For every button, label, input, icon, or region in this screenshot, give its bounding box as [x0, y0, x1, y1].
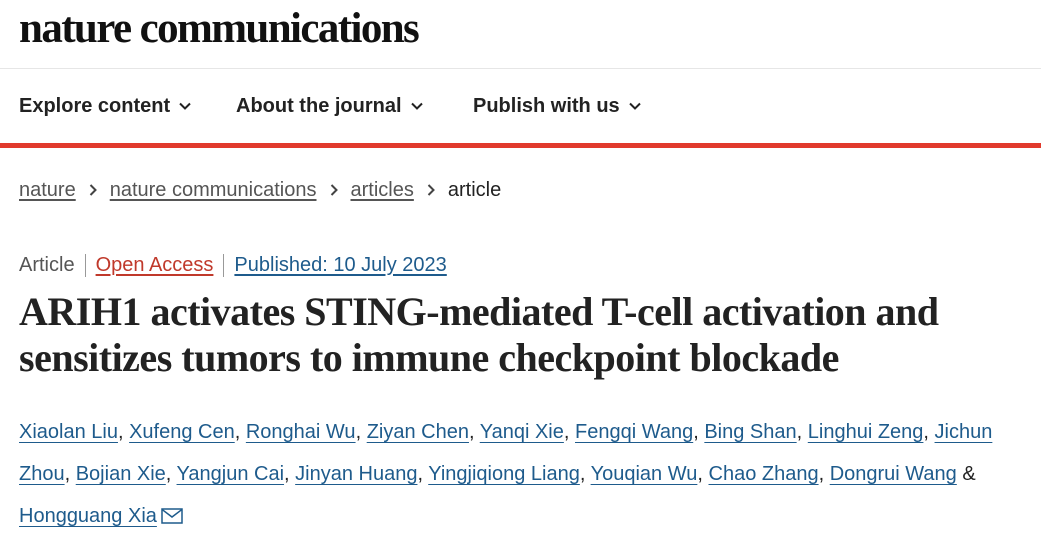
nav-item-label: Publish with us — [473, 94, 620, 117]
breadcrumb: nature nature communications articles ar… — [19, 177, 501, 203]
author-link[interactable]: Xufeng Cen — [129, 421, 235, 443]
author-link[interactable]: Bojian Xie — [76, 463, 166, 485]
author-link[interactable]: Ronghai Wu — [246, 421, 356, 443]
author-separator: , — [697, 463, 709, 485]
nav-publish-with-us[interactable]: Publish with us — [473, 69, 641, 143]
chevron-right-icon — [330, 184, 338, 196]
author-separator: , — [417, 463, 429, 485]
author-link[interactable]: Dongrui Wang — [830, 463, 957, 485]
author-link[interactable]: Jinyan Huang — [295, 463, 417, 485]
masthead: nature communications — [0, 0, 1041, 69]
author-separator: , — [818, 463, 830, 485]
article-meta: Article Open Access Published: 10 July 2… — [19, 251, 447, 279]
chevron-down-icon — [410, 102, 423, 110]
author-separator: , — [923, 421, 935, 443]
author-separator: , — [165, 463, 177, 485]
author-separator: , — [117, 421, 130, 443]
author-link[interactable]: Yanqi Xie — [480, 421, 564, 443]
author-link[interactable]: Linghui Zeng — [808, 421, 924, 443]
breadcrumb-nature[interactable]: nature — [19, 179, 76, 202]
author-separator: , — [468, 421, 480, 443]
author-separator: , — [563, 421, 575, 443]
nav-item-label: Explore content — [19, 94, 171, 117]
author-separator-last: & — [956, 463, 976, 485]
author-separator: , — [284, 463, 296, 485]
open-access-link[interactable]: Open Access — [86, 253, 225, 277]
author-separator: , — [796, 421, 808, 443]
chevron-down-icon — [179, 102, 191, 110]
article-title: ARIH1 activates STING-mediated T-cell ac… — [19, 289, 939, 380]
author-link[interactable]: Xiaolan Liu — [19, 421, 118, 443]
nav-item-label: About the journal — [236, 94, 402, 117]
author-link[interactable]: Bing Shan — [704, 421, 796, 443]
author-link[interactable]: Chao Zhang — [709, 463, 819, 485]
author-separator: , — [64, 463, 76, 485]
chevron-right-icon — [427, 184, 435, 196]
author-link[interactable]: Yangjun Cai — [177, 463, 284, 485]
author-separator: , — [355, 421, 367, 443]
site-logo[interactable]: nature communications — [19, 4, 420, 54]
author-link[interactable]: Youqian Wu — [591, 463, 698, 485]
published-date-link[interactable]: Published: 10 July 2023 — [224, 254, 446, 277]
breadcrumb-nature-communications[interactable]: nature communications — [110, 179, 317, 202]
main-nav: Explore content About the journal Publis… — [0, 69, 1041, 148]
author-link[interactable]: Fengqi Wang — [575, 421, 693, 443]
nav-explore-content[interactable]: Explore content — [19, 69, 191, 143]
author-separator: , — [234, 421, 246, 443]
breadcrumb-current: article — [447, 178, 502, 201]
chevron-down-icon — [628, 102, 641, 110]
author-link[interactable]: Ziyan Chen — [367, 421, 469, 443]
chevron-right-icon — [89, 184, 97, 196]
breadcrumb-articles[interactable]: articles — [351, 179, 414, 202]
author-link[interactable]: Hongguang Xia — [19, 505, 157, 527]
nav-about-journal[interactable]: About the journal — [236, 69, 423, 143]
author-separator: , — [579, 463, 591, 485]
article-type: Article — [19, 253, 86, 277]
mail-icon[interactable] — [161, 497, 183, 539]
author-separator: , — [693, 421, 705, 443]
author-list: Xiaolan Liu, Xufeng Cen, Ronghai Wu, Ziy… — [19, 411, 1029, 539]
author-link[interactable]: Yingjiqiong Liang — [428, 463, 580, 485]
